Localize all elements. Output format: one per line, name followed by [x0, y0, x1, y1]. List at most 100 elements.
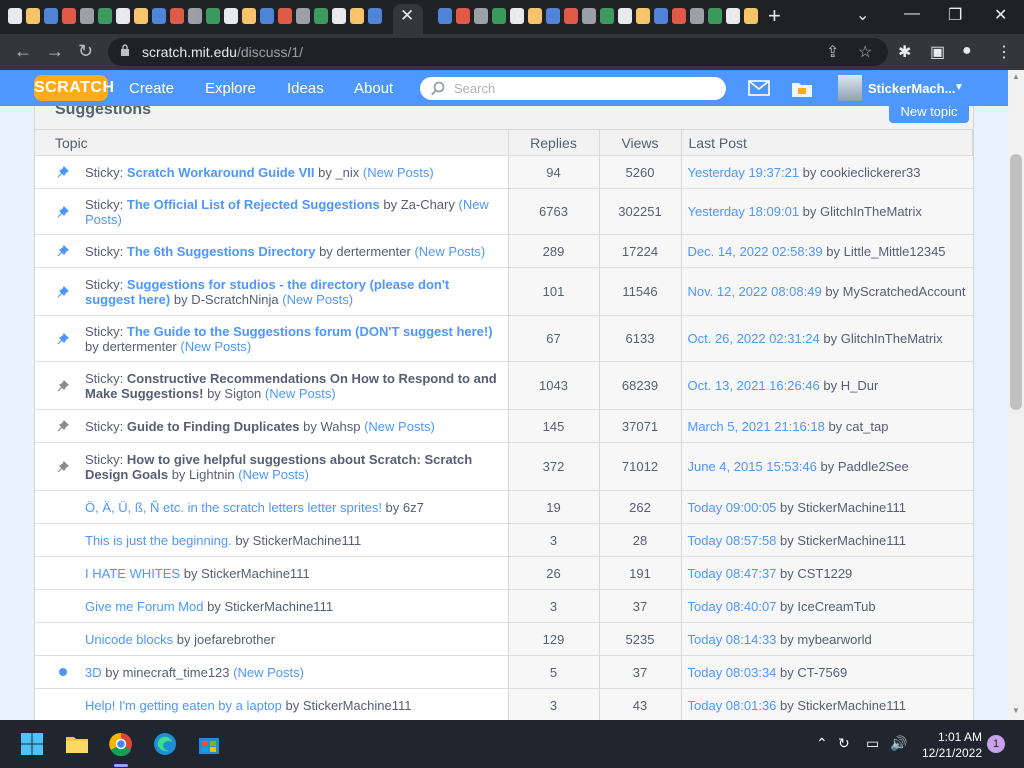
- minimize-icon[interactable]: —: [904, 5, 920, 23]
- tab-favicon-icon[interactable]: [600, 8, 614, 24]
- user-avatar[interactable]: [838, 75, 862, 101]
- last-post-link[interactable]: Oct. 13, 2021 16:26:46: [688, 378, 820, 393]
- more-menu-icon[interactable]: ⋮: [996, 42, 1012, 62]
- last-post-link[interactable]: Today 08:14:33: [688, 632, 777, 647]
- tab-favicon-icon[interactable]: [618, 8, 632, 24]
- tab-favicon-icon[interactable]: [152, 8, 166, 24]
- new-posts-link[interactable]: (New Posts): [265, 386, 336, 401]
- tab-favicon-icon[interactable]: [224, 8, 238, 24]
- tab-favicon-icon[interactable]: [582, 8, 596, 24]
- scroll-up-icon[interactable]: ▲: [1012, 72, 1020, 81]
- tab-favicon-icon[interactable]: [206, 8, 220, 24]
- scroll-down-icon[interactable]: ▼: [1012, 706, 1020, 715]
- tab-favicon-icon[interactable]: [510, 8, 524, 24]
- sync-icon[interactable]: ↻: [838, 735, 850, 752]
- topic-link[interactable]: The 6th Suggestions Directory: [127, 244, 316, 259]
- topic-link[interactable]: Guide to Finding Duplicates: [127, 419, 300, 434]
- topic-link[interactable]: Ö, Ä, Ü, ß, Ñ etc. in the scratch letter…: [85, 500, 382, 515]
- tab-favicon-icon[interactable]: [672, 8, 686, 24]
- new-posts-link[interactable]: (New Posts): [363, 165, 434, 180]
- tab-favicon-icon[interactable]: [170, 8, 184, 24]
- tab-favicon-icon[interactable]: [188, 8, 202, 24]
- tab-favicon-icon[interactable]: [564, 8, 578, 24]
- tab-favicon-icon[interactable]: [368, 8, 382, 24]
- new-topic-button[interactable]: New topic: [889, 106, 969, 123]
- windows-start-icon[interactable]: [20, 732, 44, 756]
- tab-favicons-right[interactable]: [438, 8, 758, 26]
- volume-icon[interactable]: 🔊: [890, 735, 907, 752]
- messages-icon[interactable]: [748, 79, 770, 97]
- show-hidden-icons-icon[interactable]: ⌃: [816, 735, 828, 752]
- new-posts-link[interactable]: (New Posts): [233, 665, 304, 680]
- store-icon[interactable]: [197, 732, 221, 756]
- last-post-link[interactable]: Today 08:57:58: [688, 533, 777, 548]
- tab-favicon-icon[interactable]: [278, 8, 292, 24]
- tab-favicon-icon[interactable]: [438, 8, 452, 24]
- last-post-link[interactable]: March 5, 2021 21:16:18: [688, 419, 825, 434]
- last-post-link[interactable]: Today 08:40:07: [688, 599, 777, 614]
- new-posts-link[interactable]: (New Posts): [180, 339, 251, 354]
- scroll-thumb[interactable]: [1010, 154, 1022, 410]
- account-dropdown-icon[interactable]: ▼: [954, 82, 964, 93]
- bookmark-star-icon[interactable]: ☆: [858, 42, 872, 62]
- search-input[interactable]: Search: [420, 77, 726, 100]
- tab-favicon-icon[interactable]: [636, 8, 650, 24]
- tab-favicon-icon[interactable]: [474, 8, 488, 24]
- edge-icon[interactable]: [153, 732, 177, 756]
- topic-link[interactable]: The Official List of Rejected Suggestion…: [127, 197, 380, 212]
- last-post-link[interactable]: Yesterday 18:09:01: [688, 204, 800, 219]
- tab-favicon-icon[interactable]: [260, 8, 274, 24]
- tab-favicon-icon[interactable]: [546, 8, 560, 24]
- tab-favicon-icon[interactable]: [726, 8, 740, 24]
- tab-favicon-icon[interactable]: [690, 8, 704, 24]
- nav-ideas[interactable]: Ideas: [287, 80, 324, 97]
- tab-favicon-icon[interactable]: [654, 8, 668, 24]
- tab-favicon-icon[interactable]: [456, 8, 470, 24]
- tab-favicon-icon[interactable]: [528, 8, 542, 24]
- username[interactable]: StickerMach...: [868, 81, 955, 96]
- side-panel-icon[interactable]: ▣: [930, 42, 945, 62]
- clock[interactable]: 1:01 AM 12/21/2022: [920, 729, 982, 761]
- nav-about[interactable]: About: [354, 80, 393, 97]
- tab-favicon-icon[interactable]: [492, 8, 506, 24]
- new-posts-link[interactable]: (New Posts): [364, 419, 435, 434]
- share-icon[interactable]: ⇪: [826, 42, 839, 62]
- tab-favicon-icon[interactable]: [62, 8, 76, 24]
- last-post-link[interactable]: Today 08:47:37: [688, 566, 777, 581]
- topic-link[interactable]: Help! I'm getting eaten by a laptop: [85, 698, 282, 713]
- maximize-icon[interactable]: ❐: [948, 5, 962, 25]
- tab-favicon-icon[interactable]: [744, 8, 758, 24]
- new-posts-link[interactable]: (New Posts): [414, 244, 485, 259]
- topic-link[interactable]: Unicode blocks: [85, 632, 173, 647]
- last-post-link[interactable]: Today 08:01:36: [688, 698, 777, 713]
- address-bar[interactable]: scratch.mit.edu/discuss/1/ ⇪ ☆: [108, 38, 888, 66]
- extensions-puzzle-icon[interactable]: ✱: [898, 42, 911, 62]
- network-icon[interactable]: ▭: [866, 735, 879, 752]
- tab-favicon-icon[interactable]: [332, 8, 346, 24]
- notification-badge[interactable]: 1: [987, 735, 1005, 753]
- my-stuff-folder-icon[interactable]: [790, 79, 814, 99]
- scratch-logo[interactable]: SCRATCH: [34, 75, 114, 101]
- last-post-link[interactable]: June 4, 2015 15:53:46: [688, 459, 817, 474]
- topic-link[interactable]: Scratch Workaround Guide VII: [127, 165, 315, 180]
- last-post-link[interactable]: Dec. 14, 2022 02:58:39: [688, 244, 823, 259]
- new-posts-link[interactable]: (New Posts): [238, 467, 309, 482]
- new-posts-link[interactable]: (New Posts): [282, 292, 353, 307]
- tab-favicon-icon[interactable]: [242, 8, 256, 24]
- page-scrollbar[interactable]: ▲ ▼: [1008, 70, 1024, 720]
- profile-icon[interactable]: ●: [962, 42, 972, 60]
- tab-favicon-icon[interactable]: [80, 8, 94, 24]
- last-post-link[interactable]: Yesterday 19:37:21: [688, 165, 800, 180]
- tab-favicon-icon[interactable]: [314, 8, 328, 24]
- topic-link[interactable]: I HATE WHITES: [85, 566, 180, 581]
- last-post-link[interactable]: Today 09:00:05: [688, 500, 777, 515]
- new-tab-icon[interactable]: +: [768, 3, 781, 29]
- nav-create[interactable]: Create: [129, 80, 174, 97]
- tab-favicon-icon[interactable]: [8, 8, 22, 24]
- topic-link[interactable]: This is just the beginning.: [85, 533, 232, 548]
- last-post-link[interactable]: Today 08:03:34: [688, 665, 777, 680]
- chrome-icon[interactable]: [109, 732, 133, 756]
- topic-link[interactable]: 3D: [85, 665, 102, 680]
- topic-link[interactable]: Give me Forum Mod: [85, 599, 203, 614]
- tab-favicon-icon[interactable]: [708, 8, 722, 24]
